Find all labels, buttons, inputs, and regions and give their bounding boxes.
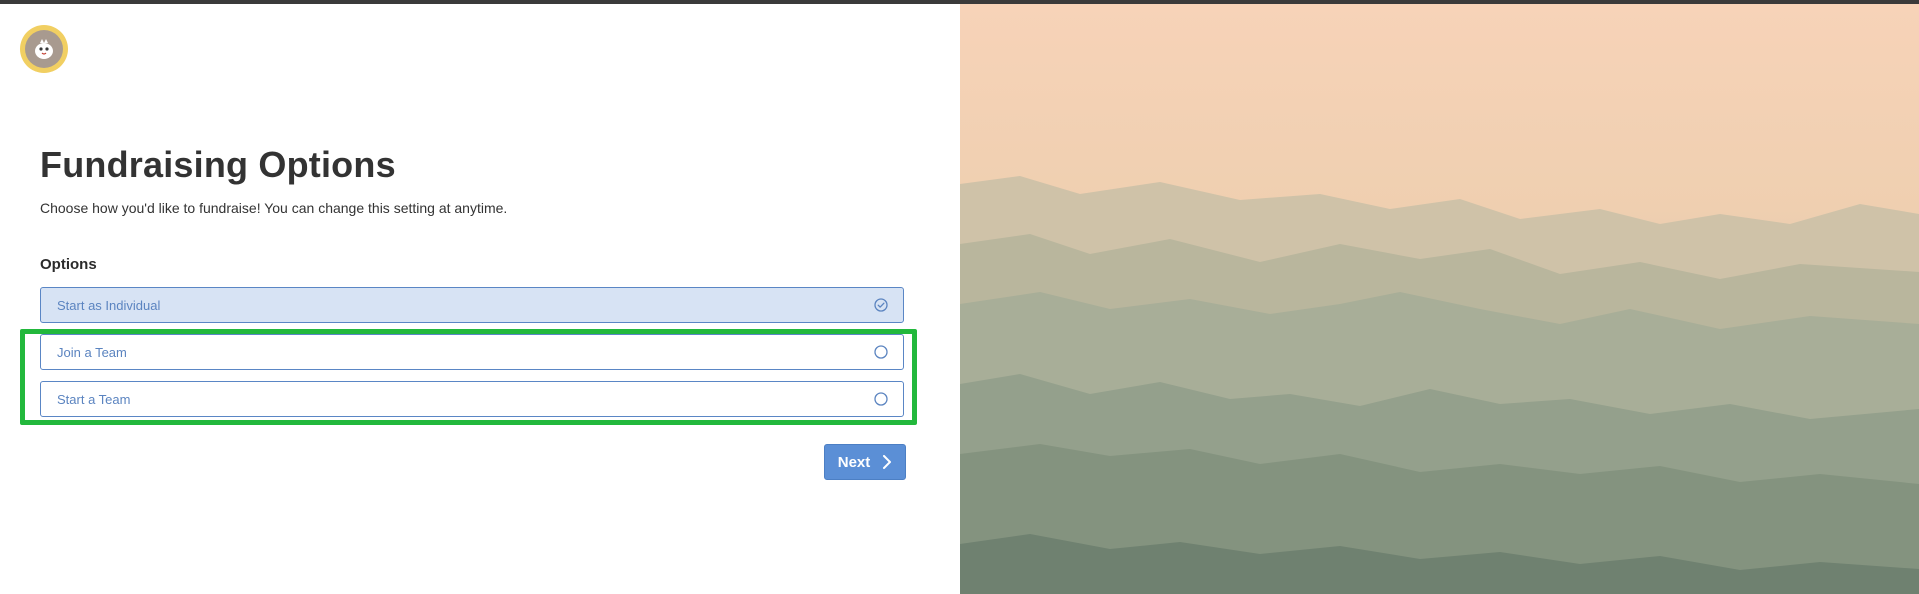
check-circle-icon: [874, 298, 888, 312]
mountain-landscape-image: [960, 4, 1919, 594]
next-button-label: Next: [837, 453, 871, 471]
radio-circle-icon: [874, 345, 888, 359]
form-panel: Fundraising Options Choose how you'd lik…: [0, 4, 960, 594]
option-join-a-team[interactable]: Join a Team: [40, 334, 904, 370]
logo-emblem: [25, 30, 63, 68]
background-image: [960, 4, 1919, 594]
option-label: Start a Team: [57, 392, 131, 407]
organization-logo[interactable]: [20, 25, 68, 73]
mascot-icon: [35, 39, 53, 59]
option-label: Join a Team: [57, 345, 127, 360]
page-title: Fundraising Options: [40, 144, 396, 185]
option-label: Start as Individual: [57, 298, 161, 313]
options-label: Options: [40, 256, 97, 273]
radio-circle-icon: [874, 392, 888, 406]
option-start-a-team[interactable]: Start a Team: [40, 381, 904, 417]
page-subtitle: Choose how you'd like to fundraise! You …: [40, 200, 508, 216]
option-start-as-individual[interactable]: Start as Individual: [40, 287, 904, 323]
next-button[interactable]: Next: [824, 444, 906, 480]
chevron-right-icon: [883, 455, 892, 469]
